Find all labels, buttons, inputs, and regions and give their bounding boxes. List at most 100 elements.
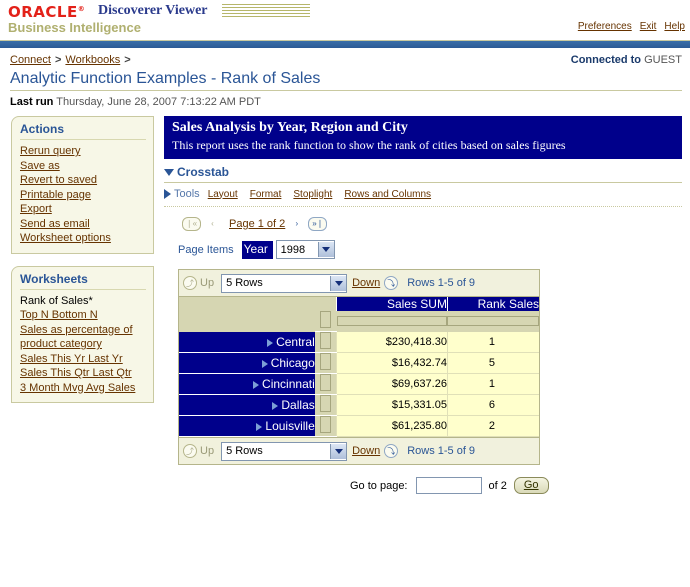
tools-label: Tools — [174, 188, 200, 200]
previous-page-icon[interactable]: ‹ — [206, 218, 219, 230]
row-header-central[interactable]: Central — [179, 331, 315, 353]
grip-handle-icon[interactable] — [320, 395, 332, 412]
resize-bar-rank-sales[interactable] — [447, 311, 539, 332]
action-send-as-email[interactable]: Send as email — [20, 217, 146, 232]
page-item-dimension[interactable]: Year — [241, 240, 273, 259]
go-to-page-input[interactable] — [415, 477, 482, 494]
row-header-cincinnati[interactable]: Cincinnati — [179, 373, 315, 395]
help-link[interactable]: Help — [664, 21, 685, 32]
action-printable-page[interactable]: Printable page — [20, 188, 146, 203]
last-run-info: Last run Thursday, June 28, 2007 7:13:22… — [10, 96, 690, 108]
table-row: Chicago $16,432.74 5 — [179, 352, 539, 374]
connected-user: GUEST — [644, 54, 682, 66]
resize-grip-corner[interactable] — [314, 311, 337, 332]
grip-handle-icon[interactable] — [320, 311, 332, 328]
go-button[interactable]: Go — [513, 477, 549, 494]
worksheet-current: Rank of Sales* — [20, 294, 93, 307]
chevron-down-icon[interactable] — [164, 168, 174, 176]
row-header-chicago[interactable]: Chicago — [179, 352, 315, 374]
worksheet-top-n-bottom-n[interactable]: Top N Bottom N — [20, 308, 146, 323]
grip-handle-icon[interactable] — [320, 332, 332, 349]
expand-icon[interactable] — [272, 401, 279, 410]
scroll-down-link-bottom[interactable]: Down — [352, 445, 380, 457]
cell-rank-sales: 1 — [446, 331, 539, 353]
tool-layout[interactable]: Layout — [208, 189, 238, 200]
row-grip-cell[interactable] — [314, 373, 337, 395]
cell-sales-sum: $69,637.26 — [336, 373, 448, 395]
report-banner-subtitle: This report uses the rank function to sh… — [172, 138, 566, 152]
tool-format[interactable]: Format — [250, 189, 282, 200]
expand-icon[interactable] — [256, 422, 263, 431]
resize-bar-sales-sum[interactable] — [336, 311, 448, 332]
breadcrumb-item-workbooks[interactable]: Workbooks — [65, 54, 120, 66]
row-header-label: Dallas — [281, 398, 315, 412]
chevron-down-icon[interactable] — [330, 443, 347, 459]
row-grip-cell[interactable] — [314, 352, 337, 374]
breadcrumb-item-connect[interactable]: Connect — [10, 54, 51, 66]
crosstab-corner-cell — [179, 297, 315, 311]
scroll-down-icon[interactable]: ⤵ — [384, 444, 399, 458]
exit-link[interactable]: Exit — [640, 21, 657, 32]
last-run-value: Thursday, June 28, 2007 7:13:22 AM PDT — [56, 96, 261, 108]
scroll-up-icon[interactable]: ⤴ — [183, 276, 197, 290]
action-export[interactable]: Export — [20, 202, 146, 217]
grip-handle-icon[interactable] — [320, 353, 332, 370]
row-header-dallas[interactable]: Dallas — [179, 394, 315, 416]
scroll-down-link-top[interactable]: Down — [352, 277, 380, 289]
content-area: Sales Analysis by Year, Region and City … — [164, 116, 682, 494]
row-grip-cell[interactable] — [314, 415, 337, 437]
action-revert-to-saved[interactable]: Revert to saved — [20, 173, 146, 188]
column-header-sales-sum[interactable]: Sales SUM — [336, 297, 448, 311]
rows-per-page-select-bottom[interactable]: 5 Rows — [221, 441, 348, 461]
page-item-value-select[interactable]: 1998 — [275, 240, 335, 259]
next-page-icon[interactable]: › — [290, 218, 303, 230]
crosstab-header-row: Sales SUM Rank Sales — [179, 297, 539, 311]
action-save-as[interactable]: Save as — [20, 159, 146, 174]
rows-toolbar-top: ⤴ Up 5 Rows Down ⤵ Rows 1-5 of 9 — [179, 270, 539, 297]
expand-icon[interactable] — [261, 359, 268, 368]
page-items-row: Page Items Year 1998 — [178, 240, 682, 259]
column-header-rank-sales[interactable]: Rank Sales — [446, 297, 539, 311]
scroll-down-icon[interactable]: ⤵ — [384, 276, 399, 290]
first-page-icon[interactable]: ❘« — [182, 217, 201, 231]
crosstab-table: Sales SUM Rank Sales Central $230,418.30… — [179, 297, 539, 437]
preferences-link[interactable]: Preferences — [578, 21, 632, 32]
scroll-up-icon[interactable]: ⤴ — [183, 444, 197, 458]
page-indicator-link[interactable]: Page 1 of 2 — [229, 218, 285, 230]
tool-stoplight[interactable]: Stoplight — [293, 189, 332, 200]
action-rerun-query[interactable]: Rerun query — [20, 144, 146, 159]
go-to-page-row: Go to page: of 2 Go — [164, 477, 682, 494]
connection-status: Connected to GUEST — [571, 54, 682, 66]
brand-stripes-decoration — [222, 4, 310, 19]
page-navigation: ❘« ‹ Page 1 of 2 › »❘ — [182, 217, 682, 231]
row-grip-cell[interactable] — [314, 394, 337, 416]
grip-handle-icon[interactable] — [320, 374, 332, 391]
cell-rank-sales: 5 — [446, 352, 539, 374]
product-name: Discoverer Viewer — [98, 3, 208, 18]
action-worksheet-options[interactable]: Worksheet options — [20, 231, 146, 246]
chevron-right-icon[interactable] — [164, 189, 171, 199]
worksheet-3-month-mvg-avg-sales[interactable]: 3 Month Mvg Avg Sales — [20, 381, 146, 396]
rows-per-page-select-top[interactable]: 5 Rows — [221, 273, 348, 293]
actions-panel: Actions Rerun query Save as Revert to sa… — [11, 116, 154, 254]
worksheet-sales-as-percentage[interactable]: Sales as percentage of product category — [20, 323, 146, 352]
rows-per-page-value: 5 Rows — [226, 277, 263, 289]
expand-icon[interactable] — [267, 338, 274, 347]
table-row: Dallas $15,331.05 6 — [179, 394, 539, 416]
report-banner: Sales Analysis by Year, Region and City … — [164, 116, 682, 159]
crosstab-section-header[interactable]: Crosstab — [164, 165, 682, 179]
resize-spacer-cell — [179, 311, 315, 332]
worksheet-sales-this-yr-last-yr[interactable]: Sales This Yr Last Yr — [20, 352, 146, 367]
row-grip-cell[interactable] — [314, 331, 337, 353]
grip-handle-icon[interactable] — [320, 416, 332, 433]
expand-icon[interactable] — [253, 380, 260, 389]
row-header-label: Chicago — [270, 356, 315, 370]
chevron-down-icon[interactable] — [317, 242, 334, 257]
scroll-up-label: Up — [200, 277, 215, 289]
chevron-down-icon[interactable] — [330, 275, 347, 291]
last-page-icon[interactable]: »❘ — [308, 217, 328, 231]
row-header-louisville[interactable]: Louisville — [179, 415, 315, 437]
tool-rows-and-columns[interactable]: Rows and Columns — [344, 189, 431, 200]
cell-rank-sales: 2 — [446, 415, 539, 437]
worksheet-sales-this-qtr-last-qtr[interactable]: Sales This Qtr Last Qtr — [20, 366, 146, 381]
